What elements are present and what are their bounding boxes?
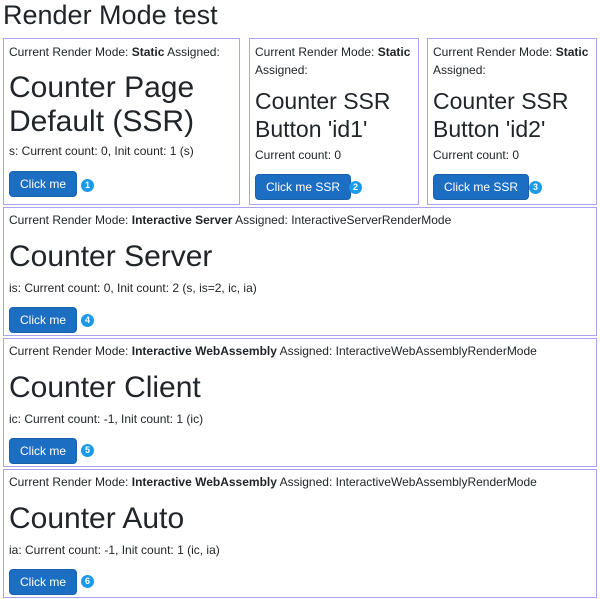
page-title: Render Mode test [3, 0, 218, 30]
render-mode-value: Static [555, 45, 589, 59]
click-me-button[interactable]: Click me [9, 171, 78, 197]
counter-heading-line2: Button 'id2' [433, 116, 546, 142]
assigned-label: Assigned: [279, 475, 333, 489]
assigned-label: Assigned: [167, 45, 220, 59]
counter-page-default-panel: Current Render Mode: Static Assigned: Co… [3, 38, 240, 205]
assigned-value: InteractiveServerRenderMode [291, 213, 452, 227]
counter-heading: Counter SSR Button 'id2' [433, 87, 569, 143]
number-badge: 3 [529, 181, 542, 194]
render-mode-label: Current Render Mode: [9, 45, 129, 59]
counter-status: s: Current count: 0, Init count: 1 (s) [9, 144, 194, 158]
number-badge: 5 [81, 444, 94, 457]
counter-client-panel: Current Render Mode: Interactive WebAsse… [3, 338, 597, 467]
counter-ssr-id1-panel: Current Render Mode: Static Assigned: Co… [249, 38, 419, 205]
counter-heading-line2: Default (SSR) [9, 105, 195, 138]
assigned-value: InteractiveWebAssemblyRenderMode [335, 344, 537, 358]
counter-status: ic: Current count: -1, Init count: 1 (ic… [9, 412, 204, 426]
click-me-button[interactable]: Click me [9, 569, 78, 595]
render-mode-label: Current Render Mode: [9, 213, 129, 227]
render-mode-value: Static [377, 45, 411, 59]
click-me-ssr-button[interactable]: Click me SSR [433, 174, 530, 200]
render-mode-label: Current Render Mode: [9, 344, 129, 358]
render-mode-line: Current Render Mode: Static Assigned: [255, 43, 413, 79]
counter-ssr-id2-panel: Current Render Mode: Static Assigned: Co… [427, 38, 597, 205]
click-me-ssr-button[interactable]: Click me SSR [255, 174, 352, 200]
counter-heading: Counter SSR Button 'id1' [255, 87, 391, 143]
render-mode-value: Interactive WebAssembly [131, 475, 277, 489]
click-me-button[interactable]: Click me [9, 438, 78, 464]
assigned-label: Assigned: [279, 344, 333, 358]
counter-heading: Counter Page Default (SSR) [9, 71, 194, 139]
number-badge: 2 [349, 181, 362, 194]
counter-status: is: Current count: 0, Init count: 2 (s, … [9, 281, 257, 295]
number-badge: 4 [81, 314, 94, 327]
counter-heading-line1: Counter SSR [255, 88, 391, 114]
number-badge: 1 [81, 179, 94, 192]
render-mode-value: Static [131, 45, 165, 59]
counter-heading-line1: Counter SSR [433, 88, 569, 114]
counter-status: Current count: 0 [255, 148, 342, 162]
render-mode-value: Interactive WebAssembly [131, 344, 277, 358]
counter-heading: Counter Auto [9, 502, 185, 535]
counter-heading: Counter Server [9, 240, 213, 273]
render-mode-line: Current Render Mode: Static Assigned: [433, 43, 591, 79]
render-mode-value: Interactive Server [131, 213, 233, 227]
counter-server-panel: Current Render Mode: Interactive Server … [3, 207, 597, 336]
click-me-button[interactable]: Click me [9, 307, 78, 333]
render-mode-label: Current Render Mode: [255, 45, 375, 59]
assigned-label: Assigned: [235, 213, 288, 227]
render-mode-line: Current Render Mode: Interactive WebAsse… [9, 473, 537, 491]
counter-heading-line2: Button 'id1' [255, 116, 368, 142]
counter-status: ia: Current count: -1, Init count: 1 (ic… [9, 543, 220, 557]
assigned-label: Assigned: [255, 63, 308, 77]
assigned-label: Assigned: [433, 63, 486, 77]
render-mode-line: Current Render Mode: Interactive WebAsse… [9, 342, 537, 360]
render-mode-label: Current Render Mode: [433, 45, 553, 59]
assigned-value: InteractiveWebAssemblyRenderMode [335, 475, 537, 489]
render-mode-line: Current Render Mode: Static Assigned: [9, 43, 220, 61]
render-mode-label: Current Render Mode: [9, 475, 129, 489]
counter-heading: Counter Client [9, 371, 201, 404]
render-mode-line: Current Render Mode: Interactive Server … [9, 211, 451, 229]
counter-heading-line1: Counter Page [9, 71, 195, 104]
counter-status: Current count: 0 [433, 148, 520, 162]
number-badge: 6 [81, 575, 94, 588]
counter-auto-panel: Current Render Mode: Interactive WebAsse… [3, 469, 597, 598]
